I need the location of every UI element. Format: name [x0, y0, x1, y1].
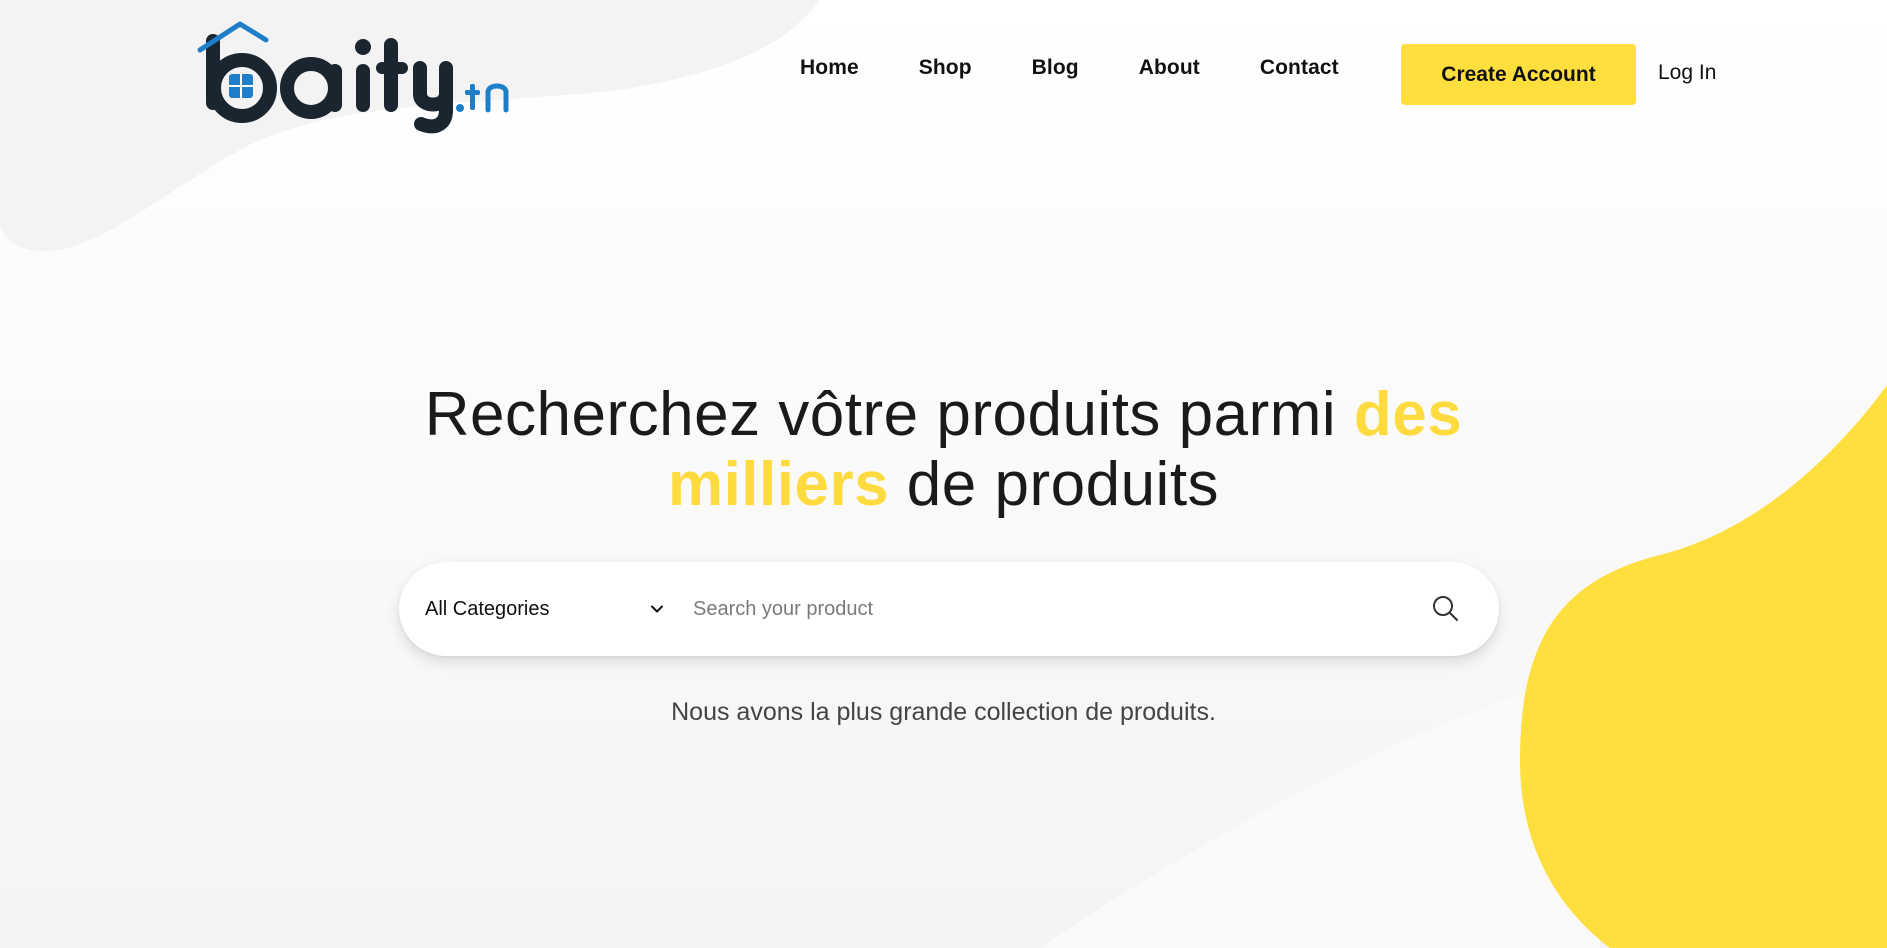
hero-subtitle: Nous avons la plus grande collection de … [671, 698, 1216, 726]
hero-title-part2: de produits [889, 450, 1220, 519]
search-bar: All Categories [399, 562, 1499, 656]
nav-contact[interactable]: Contact [1260, 56, 1339, 80]
nav-blog[interactable]: Blog [1032, 56, 1079, 80]
site-header: Home Shop Blog About Contact Create Acco… [0, 0, 1887, 150]
nav-about[interactable]: About [1139, 56, 1200, 80]
hero-title: Recherchez vôtre produits parmi des mill… [394, 380, 1494, 520]
chevron-down-icon [651, 605, 663, 613]
hero-title-part1: Recherchez vôtre produits parmi [424, 380, 1354, 449]
category-select[interactable]: All Categories [425, 562, 675, 656]
category-select-label: All Categories [425, 597, 550, 620]
create-account-button[interactable]: Create Account [1401, 44, 1636, 105]
baity-logo[interactable] [196, 14, 516, 134]
nav-home[interactable]: Home [800, 56, 859, 80]
hero-section: Recherchez vôtre produits parmi des mill… [0, 380, 1887, 520]
login-link[interactable]: Log In [1658, 61, 1716, 85]
main-nav: Home Shop Blog About Contact [800, 56, 1339, 80]
nav-shop[interactable]: Shop [919, 56, 972, 80]
search-input[interactable] [693, 584, 1393, 634]
search-icon[interactable] [1429, 592, 1463, 626]
